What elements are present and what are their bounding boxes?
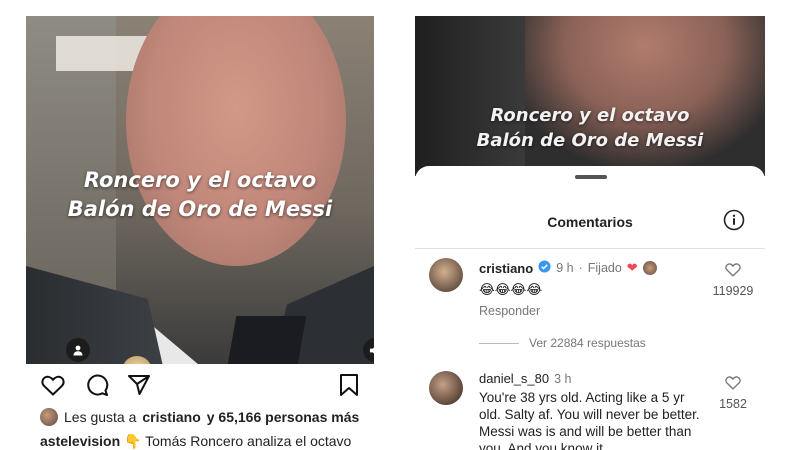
header-divider [415, 248, 765, 249]
comment-text-line: you. And you know it. [479, 441, 607, 450]
caption-text: Tomás Roncero analiza el octavo [145, 433, 352, 449]
avatar[interactable] [429, 258, 463, 292]
creator-avatar-mini [642, 261, 657, 275]
comment-text: 😂😂😂😂 [479, 282, 543, 297]
comments-panel: Roncero y el octavo Balón de Oro de Mess… [400, 0, 800, 450]
comment-like[interactable]: 1582 [710, 375, 756, 411]
comment-time: 9 h [556, 261, 574, 275]
comment-time: 3 h [554, 371, 572, 386]
pinned-label: Fijado [587, 261, 622, 275]
overlay-line-1: Roncero y el octavo [490, 105, 690, 126]
video-tie [225, 316, 307, 364]
caption-username[interactable]: astelevision [40, 433, 120, 449]
heart-outline-icon[interactable] [40, 372, 66, 398]
likes-summary[interactable]: Les gusta a cristiano y 65,166 personas … [40, 408, 359, 426]
info-icon[interactable] [723, 209, 745, 231]
drag-handle[interactable] [575, 175, 607, 179]
post-panel: Roncero y el octavo Balón de Oro de Mess… [0, 0, 400, 450]
likes-prefix: Les gusta a [64, 409, 137, 425]
caption-emoji: 👇 [124, 433, 142, 449]
bookmark-icon[interactable] [336, 372, 362, 398]
comment-text-line: old. Salty af. You will never be better. [479, 407, 700, 422]
post-action-bar [40, 372, 360, 398]
video-overlay-text: Roncero y el octavo Balón de Oro de Mess… [415, 103, 765, 153]
comment-header: daniel_s_80 3 h [479, 371, 572, 386]
comments-sheet: Comentarios cristiano 9 h · Fijado ❤ 😂😂😂… [415, 166, 765, 450]
comment-header: cristiano 9 h · Fijado ❤ [479, 260, 657, 276]
comment-bubble-icon[interactable] [84, 372, 110, 398]
video-overlay-text: Roncero y el octavo Balón de Oro de Mess… [26, 166, 374, 224]
verified-badge-icon [538, 260, 551, 276]
overlay-line-1: Roncero y el octavo [83, 168, 317, 192]
post-caption: astelevision 👇 Tomás Roncero analiza el … [40, 433, 351, 450]
person-icon[interactable] [66, 338, 90, 362]
comment-text: You're 38 yrs old. Acting like a 5 yr ol… [479, 389, 700, 450]
comment-text-line: Messi was is and will be better than [479, 424, 692, 439]
avatar[interactable] [429, 371, 463, 405]
liker-avatar [40, 408, 58, 426]
reply-button[interactable]: Responder [479, 304, 540, 318]
likes-suffix[interactable]: y 65,166 personas más [207, 409, 360, 425]
comment-like-count: 119929 [712, 284, 754, 298]
view-replies-label[interactable]: Ver 22884 respuestas [529, 336, 646, 350]
video-person-face [126, 16, 346, 266]
comment-like-count: 1582 [719, 397, 747, 411]
paper-plane-icon[interactable] [126, 372, 152, 398]
overlay-line-2: Balón de Oro de Messi [476, 130, 704, 151]
overlay-line-2: Balón de Oro de Messi [67, 197, 333, 221]
comment-username[interactable]: cristiano [479, 261, 533, 276]
separator-dot: · [578, 261, 583, 275]
likes-user[interactable]: cristiano [142, 409, 200, 425]
heart-filled-icon: ❤ [626, 260, 638, 275]
comments-title: Comentarios [547, 214, 633, 230]
replies-line [479, 342, 519, 344]
heart-outline-icon[interactable] [725, 375, 741, 390]
comment-text-line: You're 38 yrs old. Acting like a 5 yr [479, 390, 685, 405]
heart-outline-icon[interactable] [725, 262, 741, 277]
comment-username[interactable]: daniel_s_80 [479, 371, 549, 386]
view-replies-button[interactable]: Ver 22884 respuestas [479, 336, 646, 350]
comment-like[interactable]: 119929 [710, 262, 756, 298]
